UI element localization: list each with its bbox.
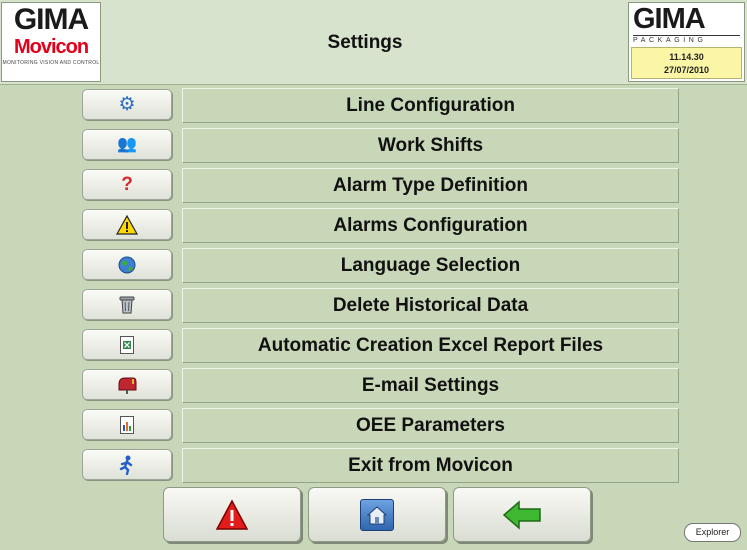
datetime-box: 11.14.30 27/07/2010 [631, 47, 742, 79]
menu-row-oee-parameters: OEE Parameters [0, 405, 747, 445]
work-shifts-button[interactable]: Work Shifts [182, 128, 679, 163]
page-title: Settings [327, 32, 403, 53]
excel-report-button[interactable]: Automatic Creation Excel Report Files [182, 328, 679, 363]
home-button[interactable] [308, 487, 446, 542]
oee-parameters-button[interactable]: OEE Parameters [182, 408, 679, 443]
alarms-configuration-icon-button[interactable] [82, 209, 172, 240]
work-shifts-icon-button[interactable]: 👥 [82, 129, 172, 160]
alarms-button[interactable] [163, 487, 301, 542]
exit-icon-button[interactable] [82, 449, 172, 480]
question-icon: ? [121, 174, 133, 195]
menu-row-delete-historical-data: Delete Historical Data [0, 285, 747, 325]
explorer-button[interactable]: Explorer [684, 523, 741, 542]
back-button[interactable] [453, 487, 591, 542]
time-label: 11.14.30 [669, 52, 704, 62]
menu-row-exit: Exit from Movicon [0, 445, 747, 485]
logo-right-brand: GIMA [633, 3, 706, 35]
logo-left-tagline: MONITORING VISION AND CONTROL [2, 60, 100, 66]
delete-historical-data-icon-button[interactable] [82, 289, 172, 320]
date-label: 27/07/2010 [663, 65, 710, 75]
email-settings-icon-button[interactable] [82, 369, 172, 400]
language-selection-icon-button[interactable] [82, 249, 172, 280]
email-settings-button[interactable]: E-mail Settings [182, 368, 679, 403]
people-icon: 👥 [117, 135, 137, 153]
globe-icon [118, 256, 136, 273]
oee-parameters-icon-button[interactable] [82, 409, 172, 440]
menu-row-alarm-type-definition: ? Alarm Type Definition [0, 165, 747, 205]
back-arrow-icon [502, 499, 541, 530]
exit-button[interactable]: Exit from Movicon [182, 448, 679, 483]
logo-left-brand: GIMA [13, 3, 89, 36]
delete-historical-data-button[interactable]: Delete Historical Data [182, 288, 679, 323]
menu-row-line-configuration: ⚙ Line Configuration [0, 85, 747, 125]
warning-icon [116, 214, 138, 235]
gear-icon: ⚙ [118, 94, 136, 115]
home-icon [360, 498, 394, 531]
gima-movicon-logo: GIMA Movicon MONITORING VISION AND CONTR… [1, 2, 101, 82]
header: GIMA Movicon MONITORING VISION AND CONTR… [0, 0, 747, 85]
menu-row-language-selection: Language Selection [0, 245, 747, 285]
running-man-icon [119, 455, 133, 475]
line-configuration-icon-button[interactable]: ⚙ [82, 89, 172, 120]
menu-row-work-shifts: 👥 Work Shifts [0, 125, 747, 165]
bottom-navigation-bar [0, 487, 747, 550]
alarm-type-definition-button[interactable]: Alarm Type Definition [182, 168, 679, 203]
logo-right-sub: PACKAGING [633, 35, 740, 44]
menu-row-alarms-configuration: Alarms Configuration [0, 205, 747, 245]
alarms-configuration-button[interactable]: Alarms Configuration [182, 208, 679, 243]
language-selection-button[interactable]: Language Selection [182, 248, 679, 283]
alarm-type-definition-icon-button[interactable]: ? [82, 169, 172, 200]
line-configuration-button[interactable]: Line Configuration [182, 88, 679, 123]
gima-packaging-logo: GIMA PACKAGING 11.14.30 27/07/2010 [628, 2, 745, 82]
excel-report-icon-button[interactable] [82, 329, 172, 360]
menu-row-email-settings: E-mail Settings [0, 365, 747, 405]
alarm-triangle-icon [215, 498, 249, 530]
trash-icon [119, 296, 135, 313]
menu-row-excel-report: Automatic Creation Excel Report Files [0, 325, 747, 365]
excel-icon [120, 335, 134, 354]
chart-icon [120, 415, 134, 434]
logo-left-product: Movicon [13, 36, 89, 58]
mailbox-icon [118, 377, 137, 394]
